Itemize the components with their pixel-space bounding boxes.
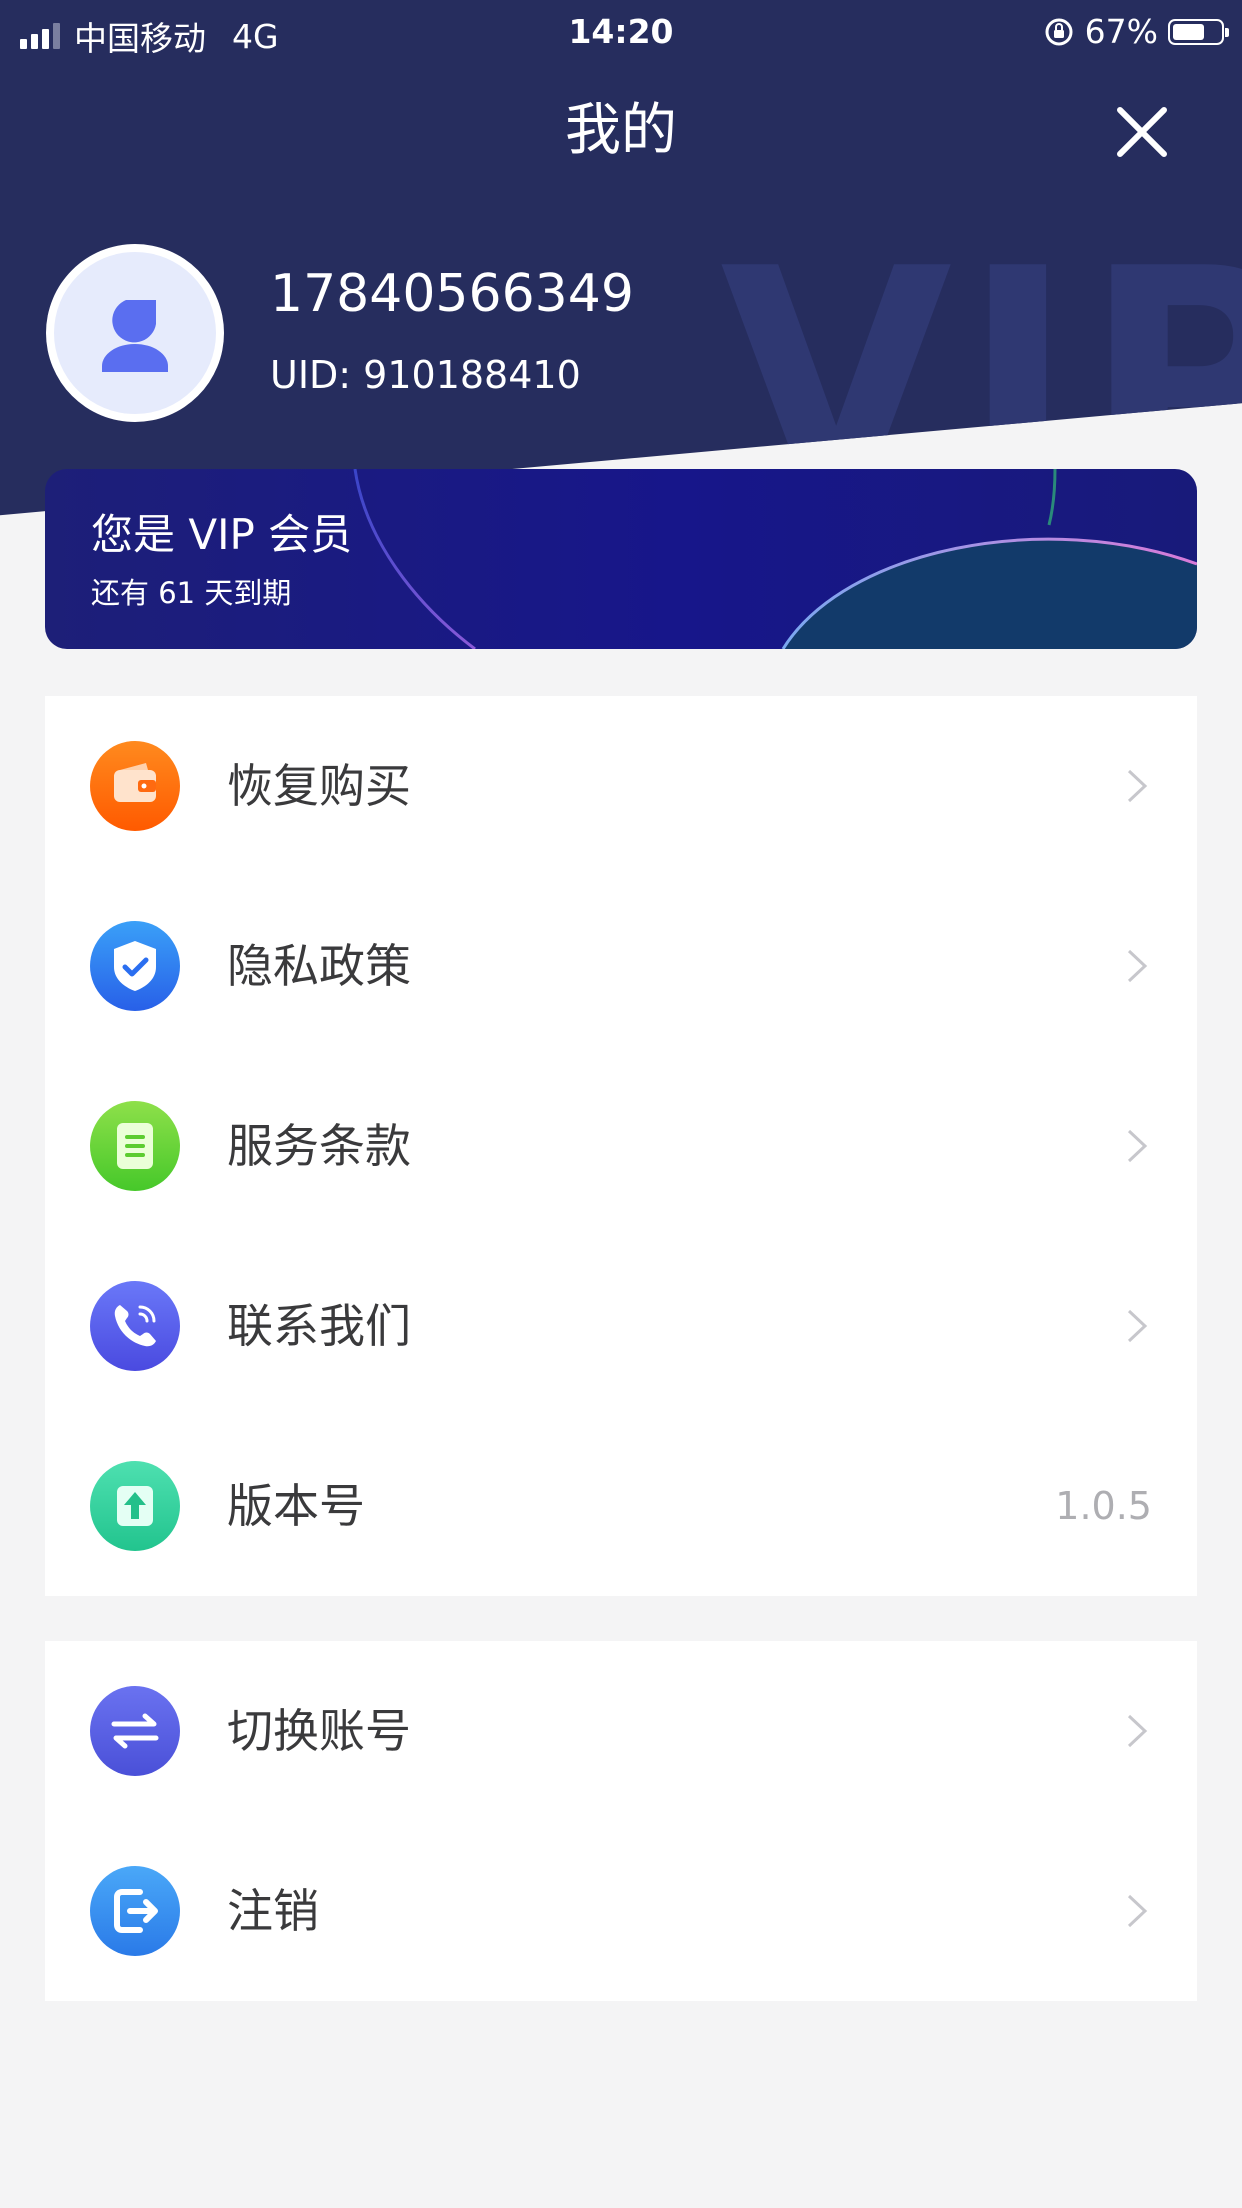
chevron-right-icon (1127, 1714, 1148, 1748)
user-phone-number: 17840566349 (270, 264, 634, 324)
account-menu-card: 切换账号 注销 (45, 1641, 1197, 2001)
upload-arrow-icon (90, 1461, 180, 1551)
close-icon (1117, 107, 1167, 157)
chevron-right-icon (1127, 1894, 1148, 1928)
vip-title: 您是 VIP 会员 (91, 510, 353, 559)
logout-icon (90, 1866, 180, 1956)
user-uid: UID: 910188410 (270, 353, 581, 397)
menu-label: 隐私政策 (227, 939, 411, 993)
phone-icon (90, 1281, 180, 1371)
chevron-right-icon (1127, 769, 1148, 803)
menu-label: 版本号 (227, 1479, 365, 1533)
menu-item-restore-purchase[interactable]: 恢复购买 (45, 696, 1197, 876)
switch-arrows-icon (90, 1686, 180, 1776)
menu-item-contact-us[interactable]: 联系我们 (45, 1236, 1197, 1416)
menu-label: 恢复购买 (227, 759, 411, 813)
chevron-right-icon (1127, 1309, 1148, 1343)
vip-status-card[interactable]: 您是 VIP 会员 还有 61 天到期 (45, 469, 1197, 649)
menu-label: 切换账号 (227, 1704, 411, 1758)
menu-item-terms-of-service[interactable]: 服务条款 (45, 1056, 1197, 1236)
settings-menu-card: 恢复购买 隐私政策 服务条款 联系我们 版本号 1.0.5 (45, 696, 1197, 1596)
vip-expiry: 还有 61 天到期 (91, 576, 292, 610)
version-number: 1.0.5 (1055, 1484, 1152, 1528)
menu-label: 服务条款 (227, 1119, 411, 1173)
menu-label: 联系我们 (227, 1299, 411, 1353)
orientation-lock-icon (1045, 18, 1073, 45)
menu-item-privacy-policy[interactable]: 隐私政策 (45, 876, 1197, 1056)
battery-icon (1168, 18, 1229, 45)
chevron-right-icon (1127, 1129, 1148, 1163)
menu-item-version: 版本号 1.0.5 (45, 1416, 1197, 1596)
page-title: 我的 (565, 98, 677, 163)
wallet-icon (90, 741, 180, 831)
avatar[interactable] (46, 244, 224, 422)
menu-item-switch-account[interactable]: 切换账号 (45, 1641, 1197, 1821)
menu-item-logout[interactable]: 注销 (45, 1821, 1197, 2001)
document-icon (90, 1101, 180, 1191)
menu-label: 注销 (227, 1884, 319, 1938)
shield-check-icon (90, 921, 180, 1011)
status-bar: 中国移动 4G 14:20 67% (0, 0, 1242, 62)
user-icon (102, 300, 168, 372)
chevron-right-icon (1127, 949, 1148, 983)
close-button[interactable] (1110, 100, 1174, 164)
battery-percent: 67% (1084, 12, 1158, 51)
